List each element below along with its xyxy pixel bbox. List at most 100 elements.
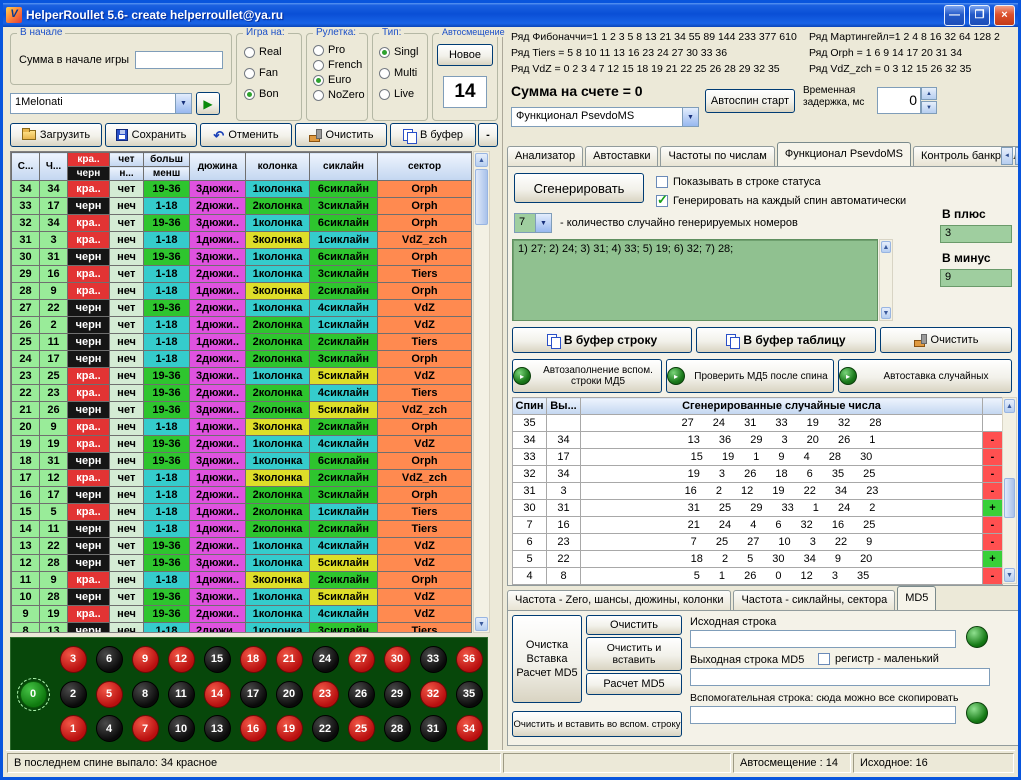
status-line-checkbox-row[interactable]: Показывать в строке статуса [656,176,821,188]
delay-input[interactable]: 0 [877,87,921,114]
roulette-number-23[interactable]: 23 [312,681,339,708]
buffer-table-button[interactable]: В буфер таблицу [696,327,876,353]
roulette-number-8[interactable]: 8 [132,681,159,708]
roulette-number-25[interactable]: 25 [348,715,375,742]
scroll-thumb[interactable] [475,169,488,225]
roulette-number-33[interactable]: 33 [420,646,447,673]
tab-анализатор[interactable]: Анализатор [507,146,583,166]
scroll-up-icon[interactable]: ▲ [881,241,891,253]
spins-scrollbar[interactable]: ▲ ▼ [1002,397,1017,584]
tab-автоставки[interactable]: Автоставки [585,146,658,166]
roulette-number-6[interactable]: 6 [96,646,123,673]
roulette-number-2[interactable]: 2 [60,681,87,708]
delay-spin-up-icon[interactable]: ▲ [921,87,937,100]
roulette-number-20[interactable]: 20 [276,681,303,708]
generated-numbers-textarea[interactable]: 1) 27; 2) 24; 3) 31; 4) 33; 5) 19; 6) 32… [512,239,878,321]
autofill-md5-button[interactable]: ▸Автозаполнение вспом. строки МД5 [512,359,662,393]
roulette-number-16[interactable]: 16 [240,715,267,742]
radio-option-bon[interactable]: Bon [244,88,282,100]
roulette-number-7[interactable]: 7 [132,715,159,742]
auto-generate-checkbox[interactable] [656,195,668,207]
roulette-number-32[interactable]: 32 [420,681,447,708]
check-md5-button[interactable]: ▸Проверить МД5 после спина [666,359,834,393]
scroll-thumb[interactable] [1004,478,1015,518]
roulette-number-4[interactable]: 4 [96,715,123,742]
roulette-number-28[interactable]: 28 [384,715,411,742]
radio-option-nozero[interactable]: NoZero [313,89,365,101]
tab-функционал-psevdoms[interactable]: Функционал PsevdoMS [777,142,911,166]
radio-option-fan[interactable]: Fan [244,67,282,79]
start-sum-input[interactable] [135,51,223,69]
autobet-random-button[interactable]: ▸Автоставка случайных [838,359,1012,393]
preset-combo[interactable]: 1Melonati ▼ [10,93,192,114]
minus-button[interactable]: - [478,123,498,147]
roulette-number-9[interactable]: 9 [132,646,159,673]
md5-aux-input[interactable] [690,706,956,724]
roulette-number-3[interactable]: 3 [60,646,87,673]
radio-option-french[interactable]: French [313,59,365,71]
scroll-down-icon[interactable]: ▼ [475,617,488,631]
roulette-number-5[interactable]: 5 [96,681,123,708]
autospin-button[interactable]: Автоспин старт [705,89,795,113]
register-checkbox[interactable] [818,653,830,665]
tab-scroll-right-icon[interactable]: ► [1015,147,1021,165]
radio-option-pro[interactable]: Pro [313,44,365,56]
scroll-down-icon[interactable]: ▼ [881,307,891,319]
toolbar-buffer-button[interactable]: В буфер [390,123,476,147]
md5-clear-paste-aux-button[interactable]: Очистить и вставить во вспом. строку [512,711,682,737]
bottom-tab-частота-сиклайны-сектора[interactable]: Частота - сиклайны, сектора [733,590,895,610]
roulette-number-35[interactable]: 35 [456,681,483,708]
md5-aux-go-button[interactable] [966,702,988,724]
roulette-number-26[interactable]: 26 [348,681,375,708]
md5-clear-button[interactable]: Очистить [586,615,682,635]
md5-calc-button[interactable]: Расчет MD5 [586,673,682,695]
md5-output-input[interactable] [690,668,990,686]
register-checkbox-row[interactable]: регистр - маленький [818,653,939,665]
roulette-number-31[interactable]: 31 [420,715,447,742]
close-button[interactable]: × [994,5,1015,26]
tab-частоты-по-числам[interactable]: Частоты по числам [660,146,774,166]
toolbar-load-button[interactable]: Загрузить [10,123,102,147]
md5-clear-paste-button[interactable]: Очистить и вставить [586,637,682,671]
roulette-number-14[interactable]: 14 [204,681,231,708]
maximize-button[interactable]: ❐ [969,5,990,26]
clear-generated-button[interactable]: Очистить [880,327,1012,353]
generate-button[interactable]: Сгенерировать [514,173,644,203]
bottom-tab-частота-zero-шансы-дюжины-колонки[interactable]: Частота - Zero, шансы, дюжины, колонки [507,590,731,610]
roulette-number-13[interactable]: 13 [204,715,231,742]
roulette-number-29[interactable]: 29 [384,681,411,708]
tab-scroll-left-icon[interactable]: ◄ [1001,147,1013,165]
function-combo[interactable]: Функционал PsevdoMS ▼ [511,107,699,127]
radio-option-singl[interactable]: Singl [379,46,418,58]
history-scrollbar[interactable]: ▲ ▼ [473,151,490,633]
roulette-number-30[interactable]: 30 [384,646,411,673]
new-autoshift-button[interactable]: Новое [437,44,493,66]
radio-option-real[interactable]: Real [244,46,282,58]
count-combo[interactable]: 7 ▼ [514,213,552,233]
toolbar-clear-button[interactable]: Очистить [295,123,387,147]
roulette-number-17[interactable]: 17 [240,681,267,708]
roulette-number-24[interactable]: 24 [312,646,339,673]
roulette-number-34[interactable]: 34 [456,715,483,742]
radio-option-live[interactable]: Live [379,88,418,100]
scroll-up-icon[interactable]: ▲ [475,153,488,167]
roulette-number-22[interactable]: 22 [312,715,339,742]
radio-option-euro[interactable]: Euro [313,74,365,86]
auto-generate-checkbox-row[interactable]: Генерировать на каждый спин автоматическ… [656,195,906,207]
play-button[interactable]: ▶ [196,92,220,115]
roulette-number-21[interactable]: 21 [276,646,303,673]
roulette-number-19[interactable]: 19 [276,715,303,742]
roulette-number-0[interactable]: 0 [20,681,47,708]
roulette-number-1[interactable]: 1 [60,715,87,742]
md5-source-go-button[interactable] [966,626,988,648]
minimize-button[interactable]: — [944,5,965,26]
bottom-tab-md5[interactable]: MD5 [897,586,936,610]
roulette-number-27[interactable]: 27 [348,646,375,673]
roulette-number-11[interactable]: 11 [168,681,195,708]
roulette-number-15[interactable]: 15 [204,646,231,673]
buffer-row-button[interactable]: В буфер строку [512,327,692,353]
roulette-number-10[interactable]: 10 [168,715,195,742]
roulette-number-18[interactable]: 18 [240,646,267,673]
status-line-checkbox[interactable] [656,176,668,188]
md5-big-button[interactable]: Очистка Вставка Расчет MD5 [512,615,582,703]
